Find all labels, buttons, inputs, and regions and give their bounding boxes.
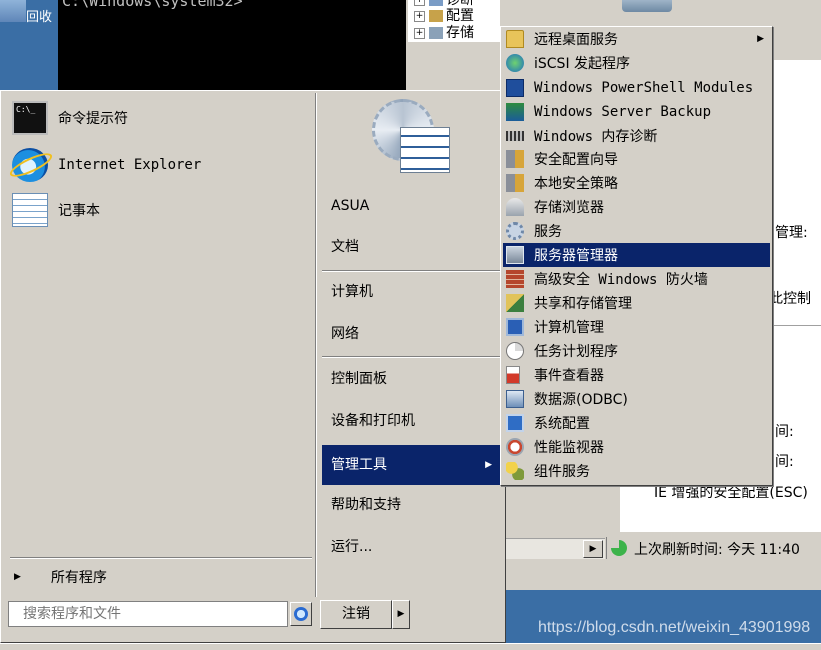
time-label-1: 间: [775, 424, 794, 440]
submenu-item-computer-management[interactable]: 计算机管理 [503, 315, 770, 339]
server-manager-tree: +诊断 +配置 +存储 [408, 0, 500, 42]
right-item-control-panel[interactable]: 控制面板 [322, 361, 500, 397]
right-item-documents[interactable]: 文档 [322, 229, 500, 265]
right-item-network[interactable]: 网络 [322, 316, 500, 352]
search-button[interactable] [290, 602, 312, 626]
start-menu-divider [315, 93, 317, 597]
search-icon [294, 607, 308, 621]
firewall-icon [506, 270, 524, 288]
submenu-item-storage-explorer[interactable]: 存储浏览器 [503, 195, 770, 219]
odbc-icon [506, 390, 524, 408]
submenu-item-share-storage-management[interactable]: 共享和存储管理 [503, 291, 770, 315]
powershell-icon [506, 79, 524, 97]
folder-icon [506, 30, 524, 48]
share-storage-icon [506, 294, 524, 312]
separator [322, 356, 500, 358]
chevron-right-icon: ▶ [757, 34, 764, 44]
submenu-item-services[interactable]: 服务 [503, 219, 770, 243]
last-refresh-text: 上次刷新时间: 今天 11:40 [634, 542, 800, 558]
event-viewer-icon [506, 366, 520, 384]
submenu-item-security-config-wizard[interactable]: 安全配置向导 [503, 147, 770, 171]
submenu-item-component-services[interactable]: 组件服务 [503, 459, 770, 483]
control-link-fragment[interactable]: 此控制 [769, 288, 811, 308]
submenu-item-task-scheduler[interactable]: 任务计划程序 [503, 339, 770, 363]
pinned-command-prompt[interactable]: C:\_ 命令提示符 [12, 98, 312, 138]
scroll-right-button[interactable]: ▶ [583, 540, 603, 558]
server-manager-icon [506, 246, 524, 264]
time-label-2: 间: [775, 454, 794, 470]
checklist-icon [400, 127, 450, 173]
performance-monitor-icon [506, 438, 524, 456]
submenu-item-server-manager[interactable]: 服务器管理器 [503, 243, 770, 267]
diagnostics-icon [429, 0, 443, 6]
pinned-notepad[interactable]: 记事本 [12, 190, 312, 230]
logoff-button[interactable]: 注销 [320, 600, 392, 629]
submenu-item-local-security-policy[interactable]: 本地安全策略 [503, 171, 770, 195]
submenu-item-firewall[interactable]: 高级安全 Windows 防火墙 [503, 267, 770, 291]
server-manager-header [772, 36, 821, 61]
storage-icon [429, 27, 443, 39]
submenu-item-iscsi[interactable]: iSCSI 发起程序 [503, 51, 770, 75]
watermark: https://blog.csdn.net/weixin_43901998 [538, 619, 811, 636]
recycle-bin-label[interactable]: 回收 [26, 6, 52, 25]
system-config-icon [506, 414, 524, 432]
right-item-admin-tools[interactable]: 管理工具 ▶ [322, 445, 500, 485]
tree-item-configuration[interactable]: + 配置 [414, 7, 474, 25]
refresh-icon[interactable] [611, 540, 627, 556]
notepad-icon [12, 193, 48, 227]
separator [322, 270, 500, 272]
services-icon [506, 222, 524, 240]
all-programs-divider [10, 557, 312, 559]
memory-icon [506, 131, 524, 141]
server-manager-content: 管理: 此控制 间: 间: [769, 60, 821, 530]
computer-management-icon [506, 318, 524, 336]
submenu-item-event-viewer[interactable]: 事件查看器 [503, 363, 770, 387]
submenu-item-performance-monitor[interactable]: 性能监视器 [503, 435, 770, 459]
internet-explorer-icon [12, 148, 48, 182]
right-item-devices-printers[interactable]: 设备和打印机 [322, 403, 500, 439]
submenu-item-remote-desktop-services[interactable]: 远程桌面服务 ▶ [503, 27, 770, 51]
ie-esc-row: IE 增强的安全配置(ESC) [620, 482, 821, 532]
pinned-internet-explorer[interactable]: Internet Explorer [12, 145, 312, 185]
submenu-item-system-configuration[interactable]: 系统配置 [503, 411, 770, 435]
divider [772, 325, 821, 326]
right-item-user[interactable]: ASUA [322, 188, 500, 224]
right-item-help-support[interactable]: 帮助和支持 [322, 487, 500, 523]
chevron-right-icon: ▶ [14, 572, 21, 582]
component-services-icon [506, 462, 524, 480]
security-wizard-icon [506, 150, 524, 168]
backup-icon [506, 103, 524, 121]
iscsi-icon [506, 54, 524, 72]
submenu-item-server-backup[interactable]: Windows Server Backup [503, 100, 770, 124]
search-input[interactable] [8, 601, 288, 627]
configuration-icon [429, 10, 443, 22]
command-prompt-icon: C:\_ [12, 101, 48, 135]
tree-item-storage[interactable]: + 存储 [414, 24, 474, 42]
right-item-computer[interactable]: 计算机 [322, 274, 500, 310]
submenu-item-powershell-modules[interactable]: Windows PowerShell Modules [503, 76, 770, 100]
right-item-run[interactable]: 运行... [322, 529, 500, 565]
submenu-item-memory-diagnostics[interactable]: Windows 内存诊断 [503, 124, 770, 148]
server-icon [622, 0, 672, 12]
storage-explorer-icon [506, 198, 524, 216]
command-prompt-window[interactable]: C:\Windows\system32> [58, 0, 406, 95]
all-programs-button[interactable]: ▶ 所有程序 [10, 564, 310, 590]
recycle-bin-icon[interactable] [0, 0, 26, 22]
local-policy-icon [506, 174, 524, 192]
chevron-right-icon: ▶ [485, 460, 492, 470]
management-label: 管理: [775, 225, 808, 241]
shutdown-options-arrow[interactable]: ▶ [392, 600, 410, 629]
task-scheduler-icon [506, 342, 524, 360]
user-picture [370, 97, 454, 181]
console-text: C:\Windows\system32> [62, 0, 243, 10]
submenu-item-odbc[interactable]: 数据源(ODBC) [503, 387, 770, 411]
